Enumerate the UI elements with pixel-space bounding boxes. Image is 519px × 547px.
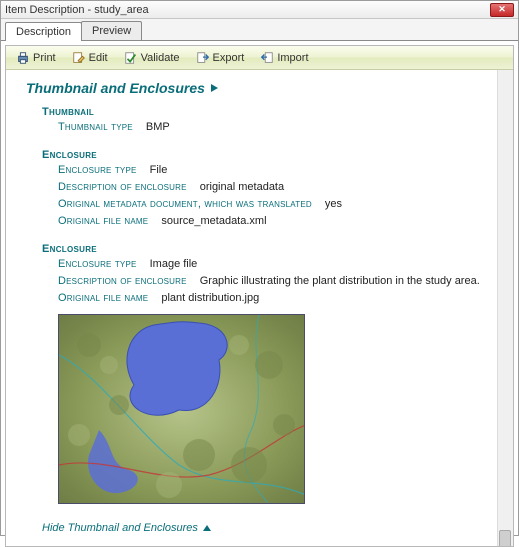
validate-label: Validate — [141, 52, 180, 64]
enclosure2-image — [58, 314, 305, 504]
print-button[interactable]: Print — [10, 49, 62, 67]
hide-section-text: Hide Thumbnail and Enclosures — [42, 522, 198, 534]
enclosure2-type-value: Image file — [150, 258, 198, 270]
enclosure1-type-label: Enclosure type — [58, 164, 137, 176]
enclosure2-origfile-value: plant distribution.jpg — [161, 292, 259, 304]
titlebar: Item Description - study_area ✕ — [1, 1, 518, 19]
enclosure1-desc-row: Description of enclosure original metada… — [58, 180, 499, 195]
map-icon — [59, 315, 305, 504]
enclosure2-desc-label: Description of enclosure — [58, 275, 187, 287]
enclosure2-origfile-row: Original file name plant distribution.jp… — [58, 291, 499, 306]
enclosure2-origfile-label: Original file name — [58, 292, 148, 304]
validate-icon — [124, 51, 138, 65]
enclosure1-origfile-row: Original file name source_metadata.xml — [58, 214, 499, 229]
enclosure2-desc-value: Graphic illustrating the plant distribut… — [200, 275, 480, 287]
enclosure2-heading: Enclosure — [42, 243, 499, 255]
export-label: Export — [213, 52, 245, 64]
expand-icon — [211, 84, 218, 92]
thumbnail-heading: Thumbnail — [42, 106, 499, 118]
enclosure2-type-row: Enclosure type Image file — [58, 257, 499, 272]
validate-button[interactable]: Validate — [118, 49, 186, 67]
enclosure1-origdoc-row: Original metadata document, which was tr… — [58, 197, 499, 212]
enclosure1-origfile-label: Original file name — [58, 215, 148, 227]
enclosure1-type-value: File — [150, 164, 168, 176]
export-icon — [196, 51, 210, 65]
thumbnail-type-label: Thumbnail type — [58, 121, 133, 133]
content-frame: Print Edit Validate Export Import — [5, 45, 514, 547]
window-title: Item Description - study_area — [5, 4, 490, 16]
tabstrip: Description Preview — [1, 19, 518, 41]
section-heading[interactable]: Thumbnail and Enclosures — [26, 80, 499, 96]
import-icon — [260, 51, 274, 65]
tab-description[interactable]: Description — [5, 22, 82, 41]
enclosure1-origdoc-value: yes — [325, 198, 342, 210]
enclosure1-heading: Enclosure — [42, 149, 499, 161]
scrollbar-track[interactable] — [497, 70, 513, 546]
toolbar: Print Edit Validate Export Import — [6, 46, 513, 70]
doc-body: Thumbnail and Enclosures Thumbnail Thumb… — [6, 70, 513, 546]
enclosure1-type-row: Enclosure type File — [58, 163, 499, 178]
section-title-text: Thumbnail and Enclosures — [26, 80, 205, 96]
close-icon: ✕ — [498, 4, 506, 15]
export-button[interactable]: Export — [190, 49, 251, 67]
thumbnail-type-row: Thumbnail type BMP — [58, 120, 499, 135]
import-label: Import — [277, 52, 308, 64]
edit-button[interactable]: Edit — [66, 49, 114, 67]
scrollbar-thumb[interactable] — [499, 530, 511, 546]
enclosure1-origfile-value: source_metadata.xml — [161, 215, 266, 227]
close-button[interactable]: ✕ — [490, 3, 514, 17]
thumbnail-type-value: BMP — [146, 121, 170, 133]
enclosure1-origdoc-label: Original metadata document, which was tr… — [58, 198, 312, 210]
print-icon — [16, 51, 30, 65]
hide-section-link[interactable]: Hide Thumbnail and Enclosures — [42, 522, 499, 534]
collapse-icon — [203, 525, 211, 531]
enclosure2-image-wrap — [58, 314, 499, 504]
enclosure1-desc-label: Description of enclosure — [58, 181, 187, 193]
edit-icon — [72, 51, 86, 65]
enclosure2-desc-row: Description of enclosure Graphic illustr… — [58, 274, 499, 289]
enclosure2-type-label: Enclosure type — [58, 258, 137, 270]
edit-label: Edit — [89, 52, 108, 64]
enclosure1-desc-value: original metadata — [200, 181, 284, 193]
tab-preview[interactable]: Preview — [81, 21, 142, 40]
import-button[interactable]: Import — [254, 49, 314, 67]
print-label: Print — [33, 52, 56, 64]
